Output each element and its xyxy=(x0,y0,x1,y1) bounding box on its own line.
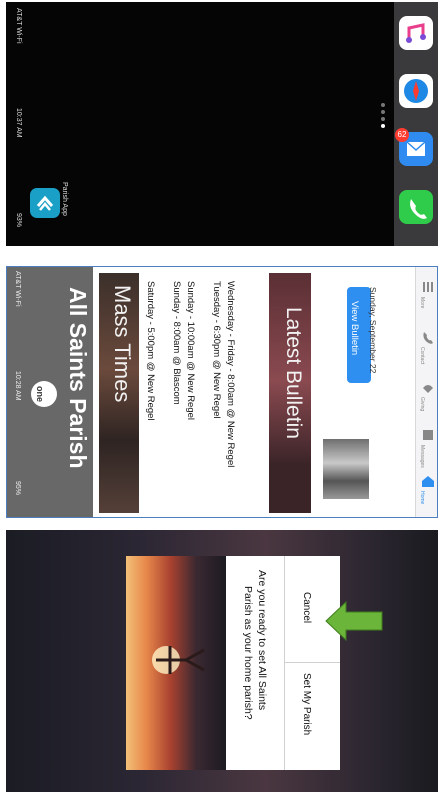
phone-icon[interactable] xyxy=(399,190,433,224)
sunset-photo xyxy=(126,556,226,770)
set-parish-dialog: Are you ready to set All Saints Parish a… xyxy=(126,556,340,770)
mass-times-card[interactable]: Saturday - 5:00pm @ New Regel Sunday - 8… xyxy=(139,273,263,513)
home-screen: AT&T Wi-Fi 10:37 AM 93% Parish App 62 xyxy=(6,2,438,246)
set-parish-screen: Are you ready to set All Saints Parish a… xyxy=(6,530,438,792)
giving-icon xyxy=(423,385,433,393)
tab-giving[interactable]: Giving xyxy=(419,379,436,419)
bulletin-heading: Latest Bulletin xyxy=(282,307,305,439)
app-clock-text: 10:28 AM xyxy=(14,371,21,401)
page-title: All Saints Parish xyxy=(65,287,91,469)
tab-home[interactable]: Home xyxy=(419,473,436,513)
logo-text: one xyxy=(35,386,45,403)
tab-messages[interactable]: Messages xyxy=(419,427,436,468)
mass-time-row: Saturday - 5:00pm @ New Regel xyxy=(145,281,156,421)
carrier-text: AT&T Wi-Fi xyxy=(15,8,22,44)
clock-text: 10:37 AM xyxy=(15,108,22,138)
home-icon xyxy=(422,476,434,487)
music-icon[interactable] xyxy=(399,16,433,50)
status-bar: AT&T Wi-Fi 10:37 AM 93% xyxy=(10,8,22,246)
mass-time-row: Tuesday - 6:30pm @ New Regel xyxy=(211,281,222,419)
app-status-bar: AT&T Wi-Fi 10:28 AM 95% xyxy=(9,271,21,515)
app-battery-text: 95% xyxy=(14,481,21,496)
mass-time-row: Sunday - 8:00am @ Blascom xyxy=(171,281,182,405)
mail-icon[interactable]: 62 xyxy=(395,128,433,166)
tab-more[interactable]: More xyxy=(419,279,436,319)
menu-icon xyxy=(423,282,433,292)
mass-time-row: Wednesday - Friday - 8:00am @ New Regel xyxy=(225,281,236,468)
bulletin-card[interactable]: View Bulletin Sunday, September 22 xyxy=(311,273,411,513)
bulletin-date: Sunday, September 22 xyxy=(368,287,378,374)
chevron-up-icon xyxy=(36,195,54,211)
dialog-message-line1: Are you ready to set All Saints xyxy=(256,570,268,711)
parish-logo: one xyxy=(31,381,57,407)
battery-text: 93% xyxy=(15,213,22,228)
tab-contact[interactable]: Contact xyxy=(419,329,436,369)
set-my-parish-button[interactable]: Set My Parish xyxy=(285,663,340,770)
page-dots xyxy=(381,100,387,140)
dialog-message-line2: Parish as your home parish? xyxy=(242,586,254,720)
app-label: Parish App xyxy=(61,182,68,216)
mass-times-heading: Mass Times xyxy=(110,285,135,403)
safari-icon[interactable] xyxy=(399,74,433,108)
app-carrier-text: AT&T Wi-Fi xyxy=(14,271,21,307)
mail-badge: 62 xyxy=(395,128,409,142)
parish-app-screen: AT&T Wi-Fi 10:28 AM 95% one All Saints P… xyxy=(6,266,438,518)
person-silhouette-icon xyxy=(152,646,205,674)
dialog-body: Are you ready to set All Saints Parish a… xyxy=(226,556,340,770)
bulletin-thumbnail[interactable] xyxy=(323,439,369,499)
parish-app-icon[interactable] xyxy=(30,188,60,218)
arrow-left-icon xyxy=(325,600,383,642)
mass-time-row: Sunday - 10:00am @ New Regel xyxy=(185,281,196,421)
messages-icon xyxy=(423,430,433,440)
phone-icon xyxy=(423,332,433,344)
tab-bar: Home Messages Giving Contact More xyxy=(415,267,437,517)
